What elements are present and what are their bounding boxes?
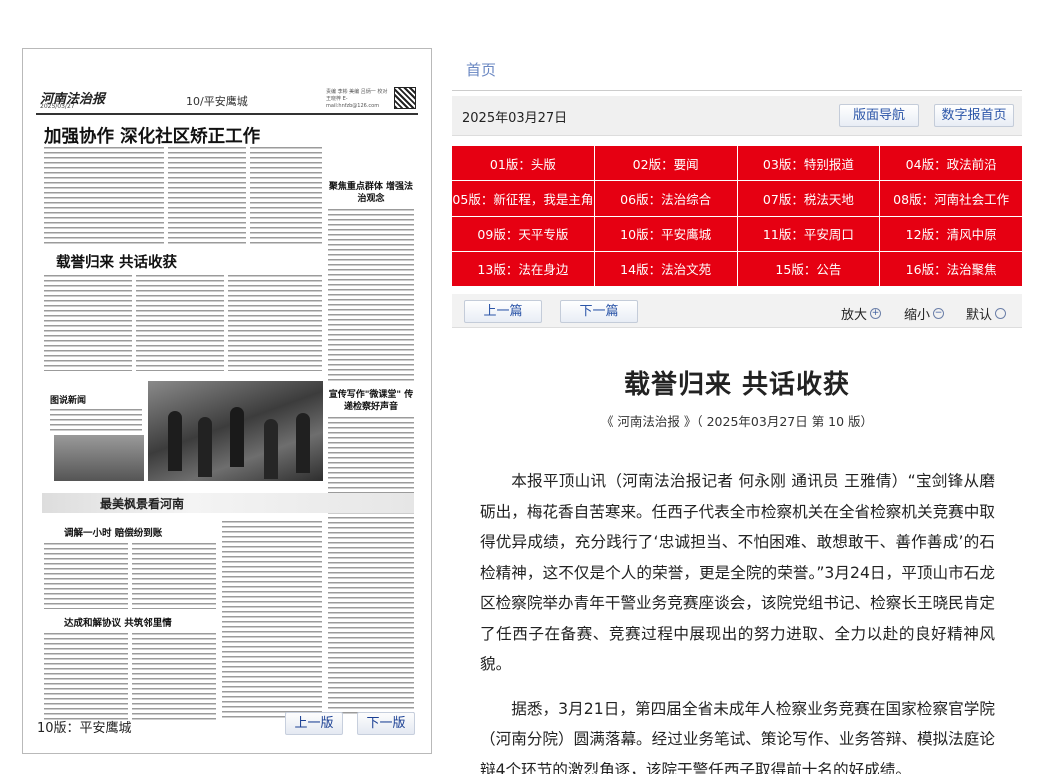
article-title: 载誉归来 共话收获 xyxy=(623,370,851,400)
article-paragraph: 据悉，3月21日，第四届全省未成年人检察业务竞赛在国家检察官学院（河南分院）圆满… xyxy=(480,699,995,774)
article-body: 本报平顶山讯（河南法治报记者 何永刚 通讯员 王雅倩）“宝剑锋从磨砺出，梅花香自… xyxy=(480,466,995,774)
page-link[interactable]: 16版：法治聚焦 xyxy=(880,251,1022,286)
side-headline[interactable]: 聚焦重点群体 增强法治观念 xyxy=(328,181,414,205)
zoom-default-control[interactable]: 默认 xyxy=(966,304,1007,323)
text-block xyxy=(168,147,246,247)
zoom-in-label: 放大 xyxy=(841,308,868,323)
text-block xyxy=(222,521,322,721)
page-link[interactable]: 01版：头版 xyxy=(452,146,594,181)
page-link[interactable]: 07版：税法天地 xyxy=(737,181,880,216)
page-masthead: 河南法治报 2025/03/27 10/平安鹰城 责编 李彬 美编 吕炳一 校对… xyxy=(36,87,418,115)
side-headline[interactable]: 宣传写作"微课堂" 传递检察好声音 xyxy=(328,389,414,413)
minus-icon: − xyxy=(933,308,945,319)
circle-icon xyxy=(995,308,1007,319)
text-block xyxy=(44,543,128,609)
page-index-grid: 01版：头版 02版：要闻 03版：特别报道 04版：政法前沿 05版：新征程，我是主角… xyxy=(452,146,1022,286)
article-navigation-bar: 上一篇 下一篇 放大 + 缩小 − 默认 xyxy=(452,294,1022,328)
next-article-button[interactable]: 下一篇 xyxy=(560,300,638,323)
page-link[interactable]: 12版：清风中原 xyxy=(880,216,1022,251)
page-link[interactable]: 10版：平安鹰城 xyxy=(594,216,737,251)
page-link[interactable]: 04版：政法前沿 xyxy=(880,146,1022,181)
text-block xyxy=(44,275,132,371)
text-block xyxy=(136,275,224,371)
page-link[interactable]: 09版：天平专版 xyxy=(452,216,594,251)
page-link[interactable]: 13版：法在身边 xyxy=(452,251,594,286)
home-link[interactable]: 首页 xyxy=(466,59,496,80)
headline-article[interactable]: 调解一小时 赔偿纷到账 xyxy=(64,525,162,539)
headline-article[interactable]: 达成和解协议 共筑邻里情 xyxy=(64,615,172,629)
page-date: 2025/03/27 xyxy=(40,103,75,110)
text-block xyxy=(132,633,216,721)
page-link[interactable]: 14版：法治文苑 xyxy=(594,251,737,286)
page-link[interactable]: 03版：特别报道 xyxy=(737,146,880,181)
text-block xyxy=(44,147,164,247)
headline-main[interactable]: 加强协作 深化社区矫正工作 xyxy=(44,123,260,148)
newspaper-page-panel: 河南法治报 2025/03/27 10/平安鹰城 责编 李彬 美编 吕炳一 校对… xyxy=(22,48,432,754)
current-page-label: 10版：平安鹰城 xyxy=(37,721,132,736)
qr-code-icon xyxy=(394,87,416,109)
text-block xyxy=(328,417,414,717)
article-paragraph: 本报平顶山讯（河南法治报记者 何永刚 通讯员 王雅倩）“宝剑锋从磨砺出，梅花香自… xyxy=(480,472,995,673)
zoom-out-control[interactable]: 缩小 − xyxy=(904,304,945,323)
text-block xyxy=(50,409,142,433)
plus-icon: + xyxy=(870,308,882,319)
page-link[interactable]: 11版：平安周口 xyxy=(737,216,880,251)
page-link[interactable]: 08版：河南社会工作 xyxy=(880,181,1022,216)
root: 河南法治报 2025/03/27 10/平安鹰城 责编 李彬 美编 吕炳一 校对… xyxy=(0,0,1043,774)
headline-article[interactable]: 载誉归来 共话收获 xyxy=(56,251,177,272)
newspaper-page-image[interactable]: 河南法治报 2025/03/27 10/平安鹰城 责编 李彬 美编 吕炳一 校对… xyxy=(36,87,418,724)
page-link[interactable]: 02版：要闻 xyxy=(594,146,737,181)
divider xyxy=(452,90,1022,91)
photo-news-title: 图说新闻 xyxy=(50,396,87,406)
date-bar: 2025年03月27日 版面导航 数字报首页 xyxy=(452,96,1022,136)
text-block xyxy=(228,275,322,371)
next-page-button[interactable]: 下一版 xyxy=(357,712,415,735)
text-block xyxy=(132,543,216,609)
news-photo-small xyxy=(54,435,144,481)
page-editors: 责编 李彬 美编 吕炳一 校对 王晓梓 E-mail:hnfzb@126.com xyxy=(326,89,388,109)
page-section-label: 10/平安鹰城 xyxy=(186,95,248,108)
text-block xyxy=(328,209,414,381)
previous-article-button[interactable]: 上一篇 xyxy=(464,300,542,323)
previous-page-button[interactable]: 上一版 xyxy=(285,712,343,735)
page-link[interactable]: 05版：新征程，我是主角 xyxy=(452,181,594,216)
text-block xyxy=(44,633,128,721)
page-link[interactable]: 15版：公告 xyxy=(737,251,880,286)
layout-navigation-button[interactable]: 版面导航 xyxy=(839,104,919,127)
news-photo xyxy=(148,381,323,481)
text-block xyxy=(250,147,322,247)
banner-title: 最美枫景看河南 xyxy=(100,497,185,511)
zoom-in-control[interactable]: 放大 + xyxy=(841,304,882,323)
article-source: 《 河南法治报 》（ 2025年03月27日 第 10 版） xyxy=(600,414,874,429)
zoom-out-label: 缩小 xyxy=(904,308,931,323)
digital-newspaper-home-button[interactable]: 数字报首页 xyxy=(934,104,1014,127)
issue-date: 2025年03月27日 xyxy=(462,111,568,126)
zoom-default-label: 默认 xyxy=(966,308,993,323)
page-link[interactable]: 06版：法治综合 xyxy=(594,181,737,216)
